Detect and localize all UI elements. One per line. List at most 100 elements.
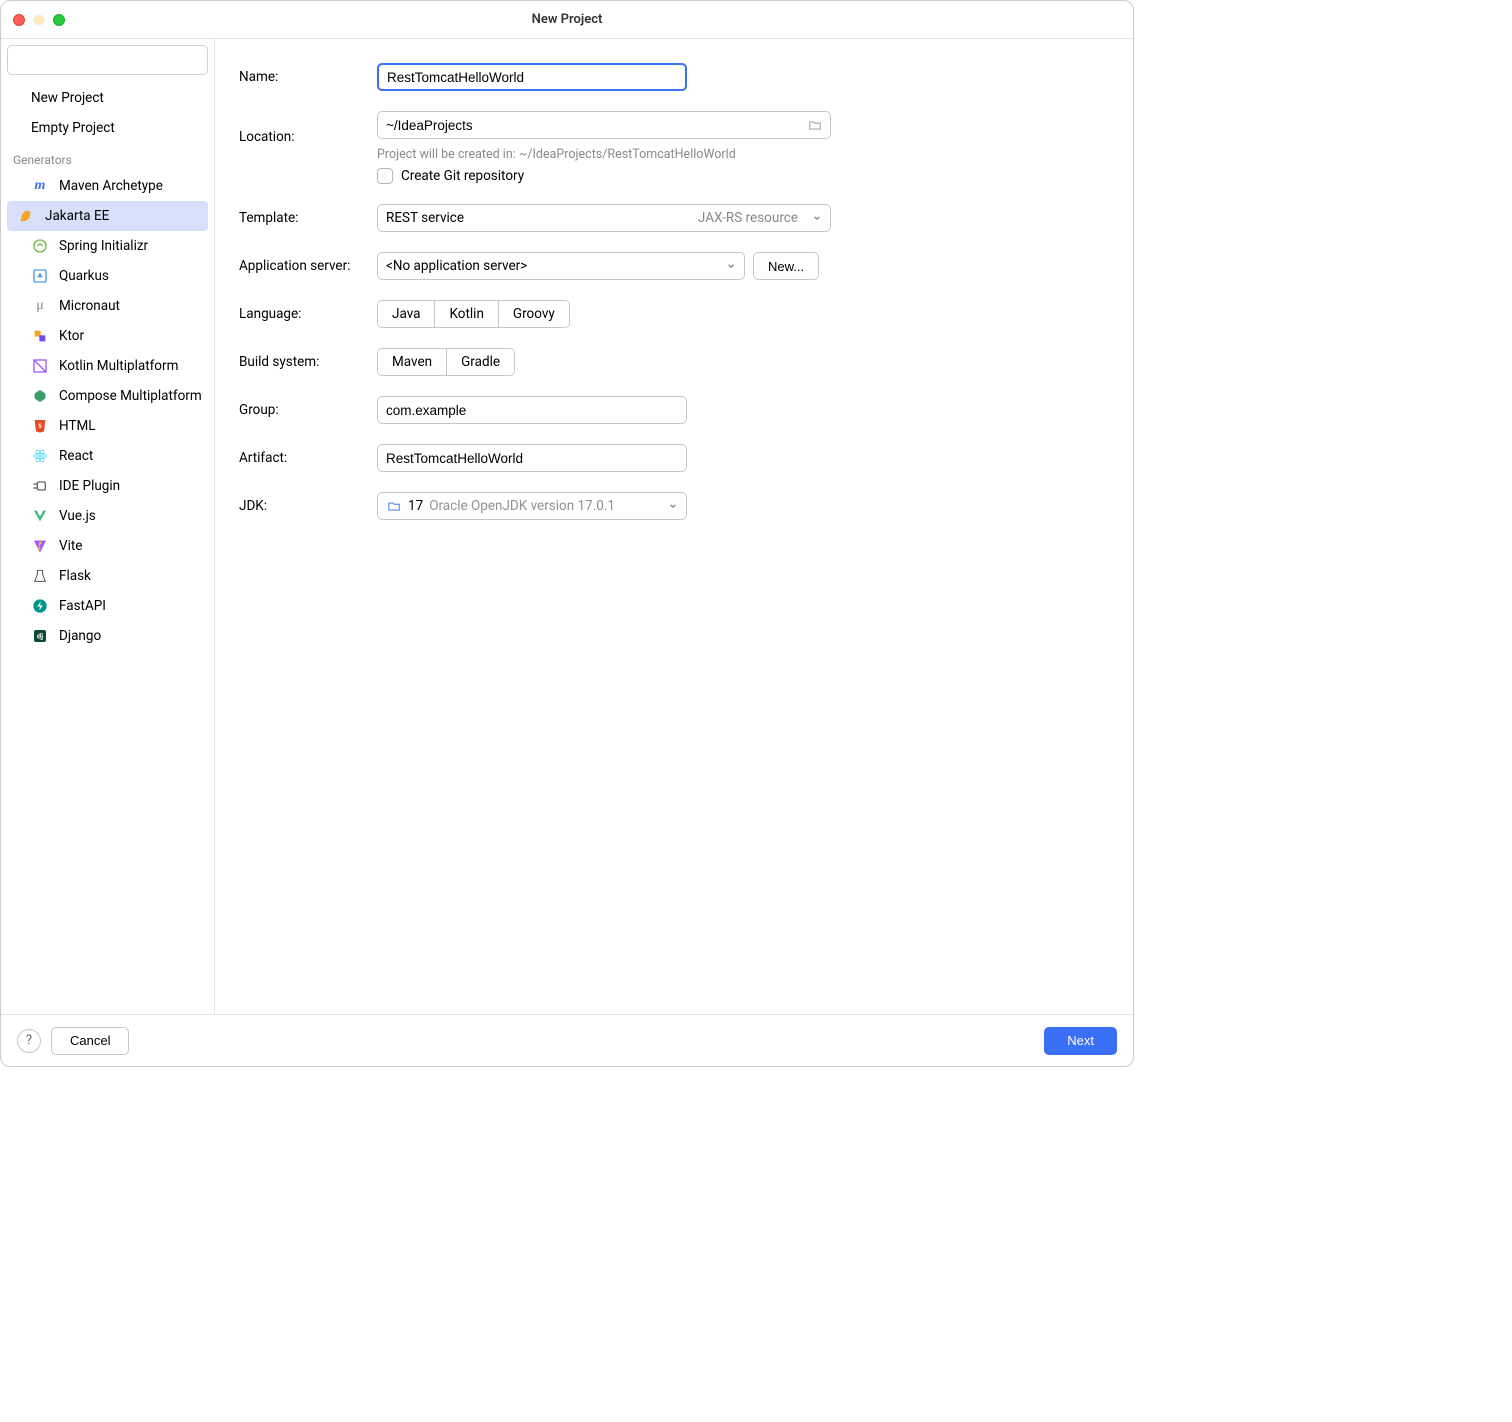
sidebar-item-jakarta-ee[interactable]: Jakarta EE (7, 201, 208, 231)
sidebar-item-react[interactable]: React (1, 441, 214, 471)
jdk-label: JDK: (239, 498, 377, 514)
vue-icon (31, 507, 49, 525)
sidebar-item-spring-initializr[interactable]: Spring Initializr (1, 231, 214, 261)
vite-icon (31, 537, 49, 555)
template-right-text: JAX-RS resource (698, 210, 802, 226)
fastapi-icon (31, 597, 49, 615)
sidebar-item-label: Kotlin Multiplatform (59, 358, 178, 374)
sidebar-item-quarkus[interactable]: Quarkus (1, 261, 214, 291)
react-icon (31, 447, 49, 465)
language-option-kotlin[interactable]: Kotlin (435, 301, 498, 327)
jakarta-icon (17, 207, 35, 225)
sidebar-item-label: Flask (59, 568, 91, 584)
sidebar-section-generators: Generators (1, 143, 214, 171)
window-minimize-button[interactable] (33, 14, 45, 26)
sidebar-item-label: IDE Plugin (59, 478, 120, 494)
artifact-label: Artifact: (239, 450, 377, 466)
sidebar-item-compose-multiplatform[interactable]: Compose Multiplatform (1, 381, 214, 411)
group-input[interactable] (377, 396, 687, 424)
sidebar-item-micronaut[interactable]: μ Micronaut (1, 291, 214, 321)
jdk-version: 17 (408, 498, 423, 514)
sidebar-item-label: FastAPI (59, 598, 106, 614)
sidebar-item-label: HTML (59, 418, 96, 434)
window-close-button[interactable] (13, 14, 25, 26)
sidebar-item-label: Quarkus (59, 268, 109, 284)
language-option-java[interactable]: Java (378, 301, 435, 327)
sidebar-item-label: Vite (59, 538, 82, 554)
group-label: Group: (239, 402, 377, 418)
ktor-icon (31, 327, 49, 345)
chevron-down-icon (726, 261, 736, 271)
search-input[interactable] (7, 45, 208, 75)
location-label: Location: (239, 129, 377, 145)
sidebar-item-label: Jakarta EE (45, 208, 109, 224)
compose-icon (31, 387, 49, 405)
language-option-groovy[interactable]: Groovy (499, 301, 569, 327)
footer: ? Cancel Next (1, 1014, 1133, 1066)
next-button[interactable]: Next (1044, 1027, 1117, 1055)
cancel-button[interactable]: Cancel (51, 1027, 129, 1055)
sidebar-item-flask[interactable]: Flask (1, 561, 214, 591)
chevron-down-icon (812, 213, 822, 223)
sidebar-item-new-project[interactable]: New Project (1, 83, 214, 113)
appserver-new-button[interactable]: New... (753, 252, 819, 280)
svg-text:dj: dj (37, 632, 43, 641)
maven-icon: m (31, 177, 49, 195)
build-segmented: Maven Gradle (377, 348, 515, 376)
sidebar-item-label: Micronaut (59, 298, 120, 314)
sidebar-item-kotlin-multiplatform[interactable]: Kotlin Multiplatform (1, 351, 214, 381)
git-checkbox-label: Create Git repository (401, 168, 524, 184)
sidebar-item-ktor[interactable]: Ktor (1, 321, 214, 351)
quarkus-icon (31, 267, 49, 285)
sidebar-item-label: Compose Multiplatform (59, 388, 202, 404)
sidebar-item-label: Ktor (59, 328, 84, 344)
jdk-description: Oracle OpenJDK version 17.0.1 (429, 498, 615, 514)
git-checkbox[interactable] (377, 168, 393, 184)
help-button[interactable]: ? (17, 1029, 41, 1053)
jdk-folder-icon (386, 499, 402, 513)
name-label: Name: (239, 69, 377, 85)
window-zoom-button[interactable] (53, 14, 65, 26)
sidebar-item-label: Django (59, 628, 101, 644)
browse-folder-icon[interactable] (807, 118, 823, 132)
window-title: New Project (532, 12, 603, 27)
sidebar-item-vite[interactable]: Vite (1, 531, 214, 561)
sidebar-item-vuejs[interactable]: Vue.js (1, 501, 214, 531)
sidebar-item-maven-archetype[interactable]: m Maven Archetype (1, 171, 214, 201)
language-label: Language: (239, 306, 377, 322)
spring-icon (31, 237, 49, 255)
html-icon: 5 (31, 417, 49, 435)
artifact-input[interactable] (377, 444, 687, 472)
appserver-select[interactable]: <No application server> (377, 252, 745, 280)
sidebar-item-label: React (59, 448, 93, 464)
sidebar-item-label: Vue.js (59, 508, 96, 524)
chevron-down-icon (668, 501, 678, 511)
sidebar-item-django[interactable]: dj Django (1, 621, 214, 651)
flask-icon (31, 567, 49, 585)
build-label: Build system: (239, 354, 377, 370)
main-panel: Name: Location: Project will be created … (215, 39, 1133, 1014)
svg-text:5: 5 (38, 423, 42, 430)
build-option-gradle[interactable]: Gradle (447, 349, 514, 375)
sidebar-item-label: New Project (31, 90, 104, 106)
location-hint: Project will be created in: ~/IdeaProjec… (377, 147, 1109, 162)
sidebar-item-empty-project[interactable]: Empty Project (1, 113, 214, 143)
template-label: Template: (239, 210, 377, 226)
sidebar: New Project Empty Project Generators m M… (1, 39, 215, 1014)
name-input[interactable] (377, 63, 687, 91)
build-option-maven[interactable]: Maven (378, 349, 447, 375)
sidebar-item-label: Empty Project (31, 120, 115, 136)
sidebar-item-label: Maven Archetype (59, 178, 163, 194)
location-input[interactable] (377, 111, 831, 139)
sidebar-item-ide-plugin[interactable]: IDE Plugin (1, 471, 214, 501)
django-icon: dj (31, 627, 49, 645)
micronaut-icon: μ (31, 297, 49, 315)
appserver-value: <No application server> (386, 258, 527, 274)
sidebar-item-html[interactable]: 5 HTML (1, 411, 214, 441)
language-segmented: Java Kotlin Groovy (377, 300, 570, 328)
titlebar: New Project (1, 1, 1133, 39)
jdk-select[interactable]: 17 Oracle OpenJDK version 17.0.1 (377, 492, 687, 520)
template-value: REST service (386, 210, 464, 226)
template-select[interactable]: REST service JAX-RS resource (377, 204, 831, 232)
sidebar-item-fastapi[interactable]: FastAPI (1, 591, 214, 621)
